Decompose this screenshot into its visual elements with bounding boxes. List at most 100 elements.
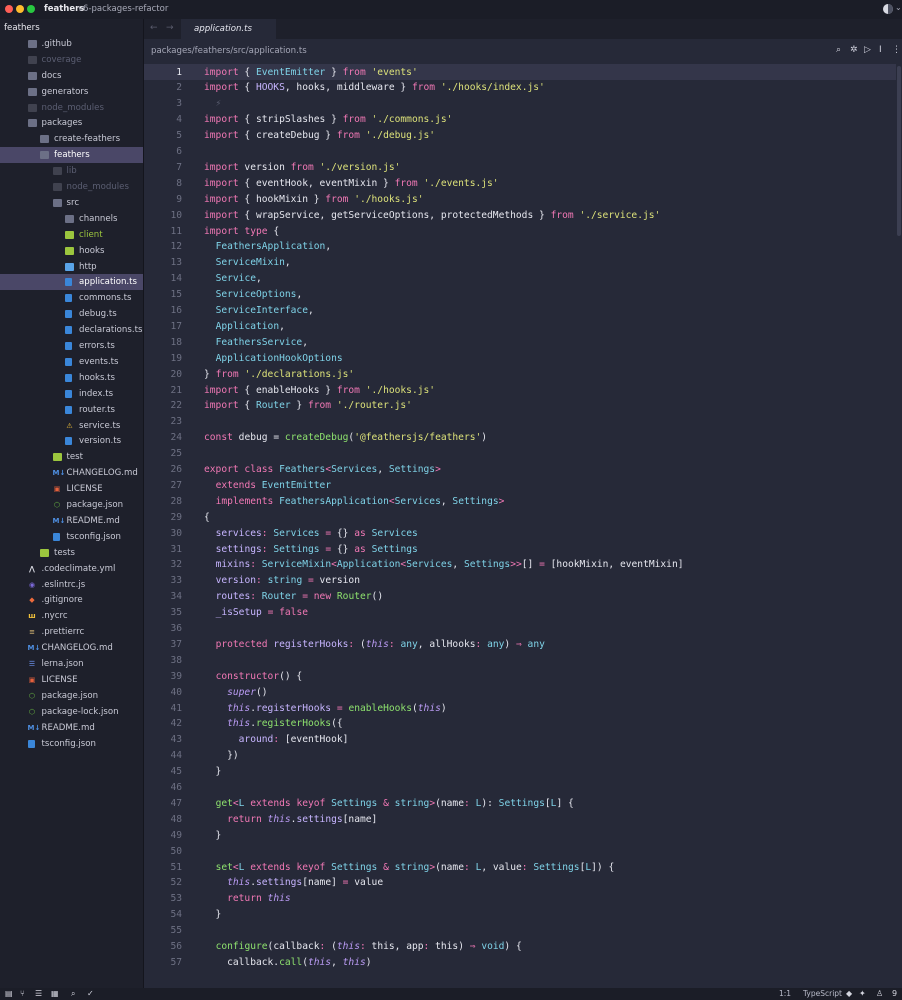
- sidebar-item-tests[interactable]: tests: [0, 545, 143, 561]
- check-icon[interactable]: ✓: [87, 989, 94, 999]
- sidebar-item-codeclimate-yml[interactable]: ⋀ .codeclimate.yml: [0, 561, 143, 577]
- code-line[interactable]: Application,: [204, 319, 285, 335]
- code-line[interactable]: FeathersService,: [204, 335, 308, 351]
- code-line[interactable]: set<L extends keyof Settings & string>(n…: [204, 860, 615, 876]
- code-line[interactable]: this.registerHooks({: [204, 716, 343, 732]
- code-line[interactable]: ServiceOptions,: [204, 287, 303, 303]
- bell-icon[interactable]: ✦: [859, 989, 866, 999]
- info-icon[interactable]: I: [879, 45, 882, 55]
- code-line[interactable]: implements FeathersApplication<Services,…: [204, 494, 505, 510]
- code-line[interactable]: import { HOOKS, hooks, middleware } from…: [204, 80, 545, 96]
- language-mode[interactable]: TypeScript: [803, 989, 842, 998]
- code-line[interactable]: services: Services = {} as Services: [204, 526, 418, 542]
- sidebar-item-test[interactable]: test: [0, 449, 143, 465]
- sidebar-item-hooks-ts[interactable]: hooks.ts: [0, 370, 143, 386]
- code-line[interactable]: return this.settings[name]: [204, 812, 377, 828]
- code-line[interactable]: configure(callback: (this: this, app: th…: [204, 939, 522, 955]
- code-line[interactable]: }): [204, 748, 239, 764]
- scrollbar-thumb[interactable]: [897, 66, 901, 236]
- search-icon[interactable]: ⌕: [836, 45, 841, 55]
- sidebar-item-changelog-md[interactable]: M↓ CHANGELOG.md: [0, 465, 143, 481]
- code-line[interactable]: Service,: [204, 271, 262, 287]
- settings-icon[interactable]: ✲: [850, 45, 858, 55]
- more-icon[interactable]: ⋮: [892, 45, 901, 55]
- sidebar-item-application-ts[interactable]: application.ts: [0, 274, 143, 291]
- sidebar-item-router-ts[interactable]: router.ts: [0, 402, 143, 418]
- sidebar-item-docs[interactable]: docs: [0, 68, 143, 84]
- git-branch-icon[interactable]: ⑂: [20, 989, 25, 999]
- user-icon[interactable]: ♙: [876, 989, 883, 999]
- code-line[interactable]: import version from './version.js': [204, 160, 400, 176]
- sidebar-item-readme-md[interactable]: M↓ README.md: [0, 513, 143, 529]
- branch-name[interactable]: v6-packages-refactor: [78, 4, 168, 14]
- sidebar-item-node-modules[interactable]: node_modules: [0, 100, 143, 116]
- code-line[interactable]: import type {: [204, 224, 279, 240]
- sidebar-item-package-json[interactable]: ⬡ package.json: [0, 497, 143, 513]
- sidebar-item-package-lock-json[interactable]: ⬡ package-lock.json: [0, 704, 143, 720]
- code-line[interactable]: import { EventEmitter } from 'events': [204, 65, 418, 81]
- sidebar-item-feathers[interactable]: feathers: [0, 147, 143, 164]
- code-line[interactable]: ServiceInterface,: [204, 303, 314, 319]
- code-line[interactable]: import { createDebug } from './debug.js': [204, 128, 435, 144]
- code-line[interactable]: get<L extends keyof Settings & string>(n…: [204, 796, 574, 812]
- sidebar-item-nycrc[interactable]: ш .nycrc: [0, 608, 143, 624]
- sidebar-item-eslintrc-js[interactable]: ◉ .eslintrc.js: [0, 577, 143, 593]
- sidebar-item-lerna-json[interactable]: ☰ lerna.json: [0, 656, 143, 672]
- code-line[interactable]: version: string = version: [204, 573, 360, 589]
- list-icon[interactable]: ☰: [35, 989, 42, 999]
- code-line[interactable]: export class Feathers<Services, Settings…: [204, 462, 441, 478]
- sidebar-item-packages[interactable]: packages: [0, 115, 143, 131]
- code-line[interactable]: this.registerHooks = enableHooks(this): [204, 701, 447, 717]
- sidebar-item-client[interactable]: client: [0, 227, 143, 243]
- sidebar-item-lib[interactable]: lib: [0, 163, 143, 179]
- sidebar-item-commons-ts[interactable]: commons.ts: [0, 290, 143, 306]
- code-line[interactable]: this.settings[name] = value: [204, 875, 383, 891]
- search-icon[interactable]: ⌕: [71, 989, 75, 999]
- sidebar-item-prettierrc[interactable]: ≡ .prettierrc: [0, 624, 143, 640]
- back-arrow-icon[interactable]: ←: [150, 23, 158, 33]
- sidebar-item-index-ts[interactable]: index.ts: [0, 386, 143, 402]
- sidebar-item-src[interactable]: src: [0, 195, 143, 211]
- sidebar-item-coverage[interactable]: coverage: [0, 52, 143, 68]
- sidebar-item-feathers[interactable]: feathers: [0, 20, 143, 36]
- avatar[interactable]: [883, 4, 893, 14]
- sidebar-item-debug-ts[interactable]: debug.ts: [0, 306, 143, 322]
- code-line[interactable]: protected registerHooks: (this: any, all…: [204, 637, 545, 653]
- sidebar-item-changelog-md[interactable]: M↓ CHANGELOG.md: [0, 640, 143, 656]
- sidebar-item-errors-ts[interactable]: errors.ts: [0, 338, 143, 354]
- sidebar-item-node-modules[interactable]: node_modules: [0, 179, 143, 195]
- code-line[interactable]: return this: [204, 891, 291, 907]
- code-line[interactable]: settings: Settings = {} as Settings: [204, 542, 418, 558]
- tab-label[interactable]: application.ts: [194, 24, 252, 34]
- sidebar-item-tsconfig-json[interactable]: tsconfig.json: [0, 736, 143, 752]
- code-line[interactable]: }: [204, 907, 222, 923]
- sidebar-item-license[interactable]: ▣ LICENSE: [0, 672, 143, 688]
- code-line[interactable]: import { enableHooks } from './hooks.js': [204, 383, 435, 399]
- sidebar-item-create-feathers[interactable]: create-feathers: [0, 131, 143, 147]
- sidebar-item-events-ts[interactable]: events.ts: [0, 354, 143, 370]
- code-line[interactable]: }: [204, 828, 222, 844]
- code-line[interactable]: import { stripSlashes } from './commons.…: [204, 112, 452, 128]
- code-line[interactable]: ⚡: [204, 96, 222, 112]
- code-line[interactable]: routes: Router = new Router(): [204, 589, 384, 605]
- code-line[interactable]: import { hookMixin } from './hooks.js': [204, 192, 424, 208]
- sidebar-item-license[interactable]: ▣ LICENSE: [0, 481, 143, 497]
- code-line[interactable]: super(): [204, 685, 267, 701]
- git-icon[interactable]: ◆: [846, 989, 852, 999]
- code-line[interactable]: FeathersApplication,: [204, 239, 332, 255]
- code-line[interactable]: mixins: ServiceMixin<Application<Service…: [204, 557, 684, 573]
- number-icon[interactable]: 9: [892, 989, 897, 999]
- forward-arrow-icon[interactable]: →: [166, 23, 174, 33]
- sidebar-item-tsconfig-json[interactable]: tsconfig.json: [0, 529, 143, 545]
- sidebar-item-http[interactable]: http: [0, 259, 143, 275]
- close-window-button[interactable]: [5, 5, 13, 13]
- sidebar-item-hooks[interactable]: hooks: [0, 243, 143, 259]
- code-line[interactable]: }: [204, 764, 222, 780]
- code-line[interactable]: import { eventHook, eventMixin } from '.…: [204, 176, 499, 192]
- sidebar-item-service-ts[interactable]: ⚠ service.ts: [0, 418, 143, 434]
- code-line[interactable]: {: [204, 510, 210, 526]
- sidebar-item-package-json[interactable]: ⬡ package.json: [0, 688, 143, 704]
- code-line[interactable]: import { Router } from './router.js': [204, 398, 412, 414]
- minimize-window-button[interactable]: [16, 5, 24, 13]
- grid-icon[interactable]: ▦: [51, 989, 59, 999]
